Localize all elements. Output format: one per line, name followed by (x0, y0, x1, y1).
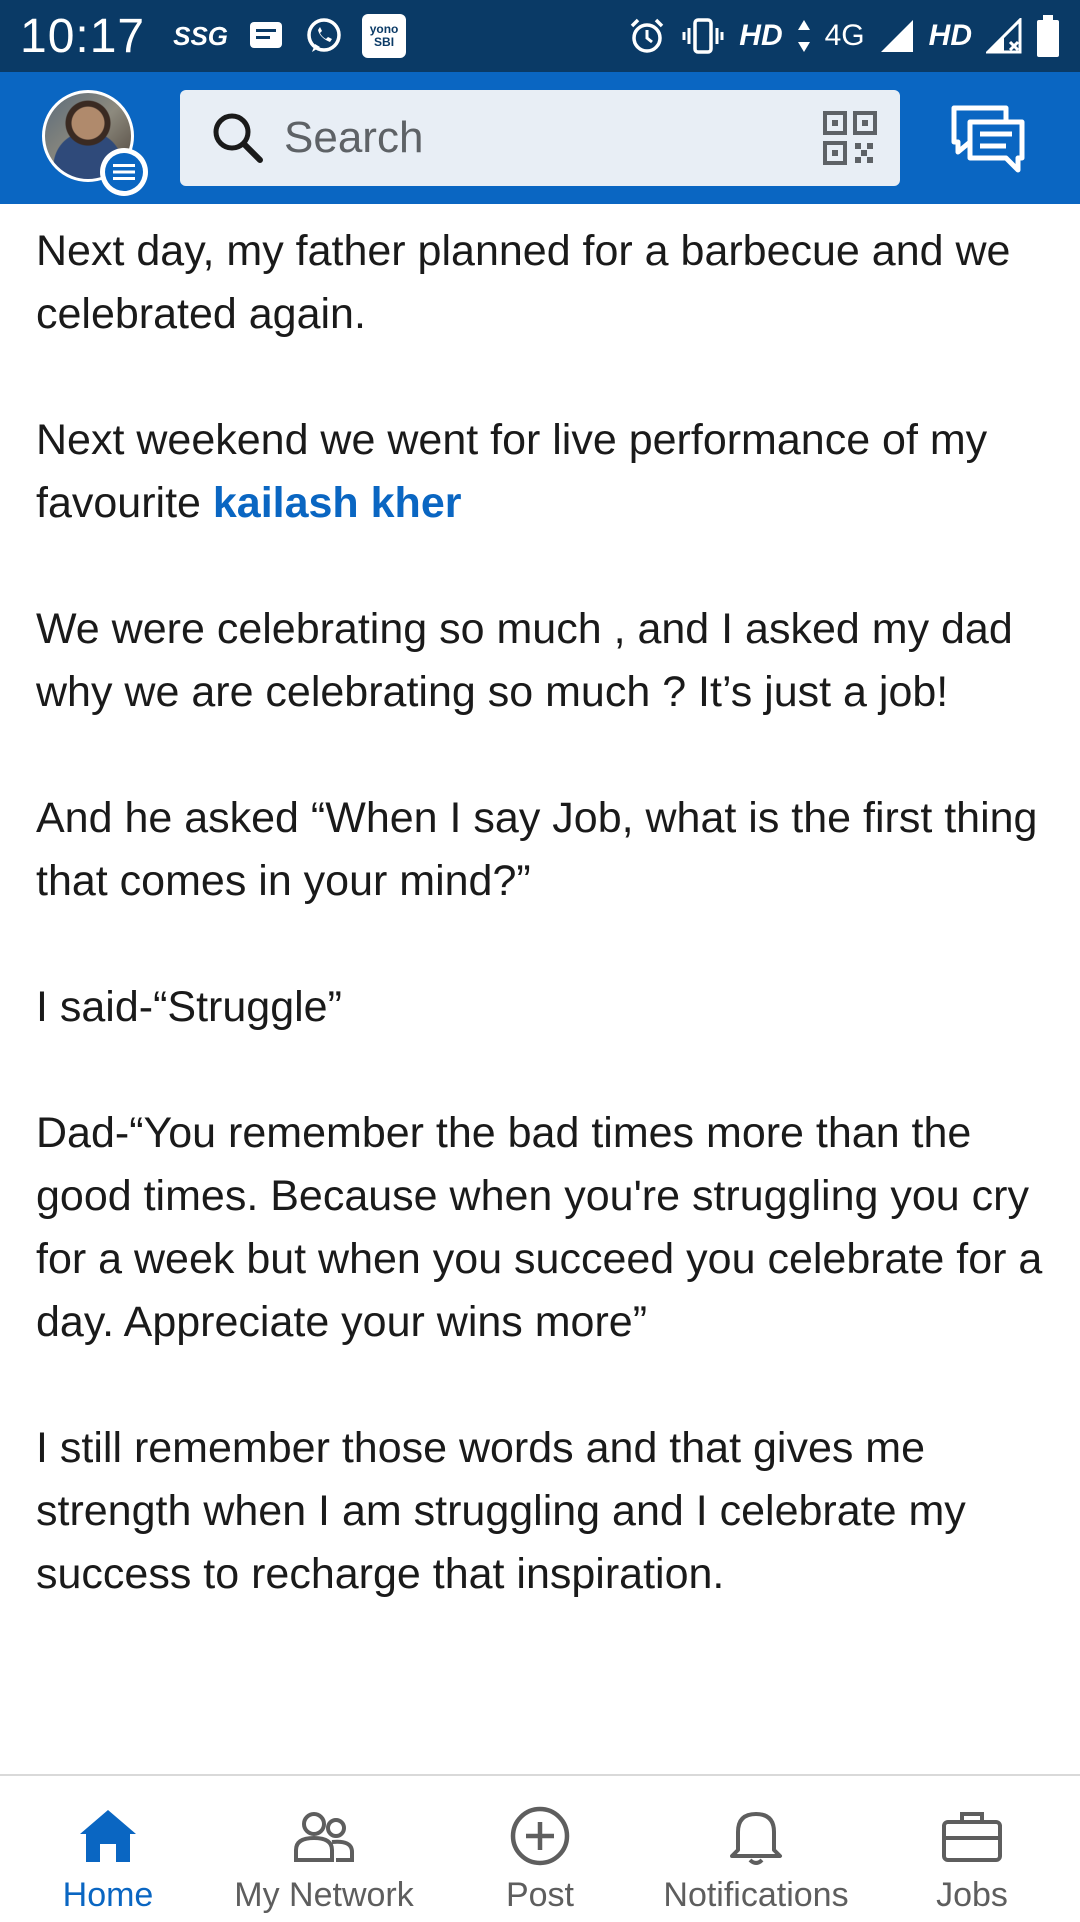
network-icon (294, 1812, 354, 1862)
post-body: Next day, my father planned for a barbec… (36, 220, 1046, 1669)
whatsapp-icon (307, 18, 341, 52)
profile-avatar-button[interactable] (42, 90, 148, 196)
status-right-icons: HD 4G HD (627, 14, 1060, 58)
status-bar: 10:17 SSG yono SBI HD 4G HD (0, 0, 1080, 72)
post-paragraph: Next weekend we went for live performanc… (36, 409, 1046, 535)
signal-weak-icon (986, 18, 1022, 54)
message-notification-icon (250, 22, 283, 48)
search-icon (213, 113, 263, 163)
nav-my-network-label: My Network (234, 1876, 414, 1914)
network-type: 4G (824, 19, 865, 52)
ssg-badge: SSG (173, 20, 229, 51)
search-input[interactable] (284, 113, 764, 163)
search-bar[interactable] (180, 90, 900, 186)
post-paragraph: Dad-“You remember the bad times more tha… (36, 1109, 1043, 1346)
status-time: 10:17 (20, 9, 146, 63)
hd-indicator-1: HD (739, 19, 783, 52)
mention-link[interactable]: kailash kher (213, 479, 462, 527)
hd-indicator-2: HD (928, 19, 972, 52)
messaging-icon[interactable] (950, 102, 1026, 178)
vibrate-icon (682, 18, 724, 54)
post-paragraph: Next day, my father planned for a barbec… (36, 227, 1011, 338)
bottom-navigation: Home My Network Post Notifications Jobs (0, 1774, 1080, 1922)
hamburger-icon (105, 153, 143, 191)
post-text: Next weekend we went for live performanc… (36, 416, 988, 527)
nav-home[interactable]: Home (0, 1776, 216, 1922)
app-header (0, 72, 1080, 204)
nav-jobs[interactable]: Jobs (864, 1776, 1080, 1922)
nav-notifications-label: Notifications (663, 1876, 849, 1914)
post-paragraph: We were celebrating so much , and I aske… (36, 605, 1013, 716)
briefcase-icon (942, 1812, 1002, 1862)
nav-my-network[interactable]: My Network (216, 1776, 432, 1922)
nav-post[interactable]: Post (432, 1776, 648, 1922)
post-paragraph: I said-“Struggle” (36, 983, 342, 1031)
post-paragraph: And he asked “When I say Job, what is th… (36, 794, 1038, 905)
signal-icon (880, 20, 913, 52)
home-icon (80, 1810, 136, 1862)
post-plus-icon (510, 1806, 570, 1866)
yono-sbi-icon: yono SBI (362, 14, 407, 58)
nav-jobs-label: Jobs (936, 1876, 1008, 1914)
sbi-label: SBI (374, 35, 395, 49)
status-left-icons: SSG yono SBI (173, 14, 407, 58)
post-paragraph: I still remember those words and that gi… (36, 1424, 966, 1598)
bell-icon (730, 1812, 782, 1865)
nav-home-label: Home (62, 1876, 154, 1914)
alarm-icon (631, 18, 664, 53)
nav-post-label: Post (505, 1876, 575, 1914)
menu-badge (100, 148, 148, 196)
nav-notifications[interactable]: Notifications (648, 1776, 864, 1922)
data-arrows-icon (797, 20, 810, 52)
battery-icon (1037, 15, 1059, 57)
qr-code-icon[interactable] (822, 110, 878, 166)
